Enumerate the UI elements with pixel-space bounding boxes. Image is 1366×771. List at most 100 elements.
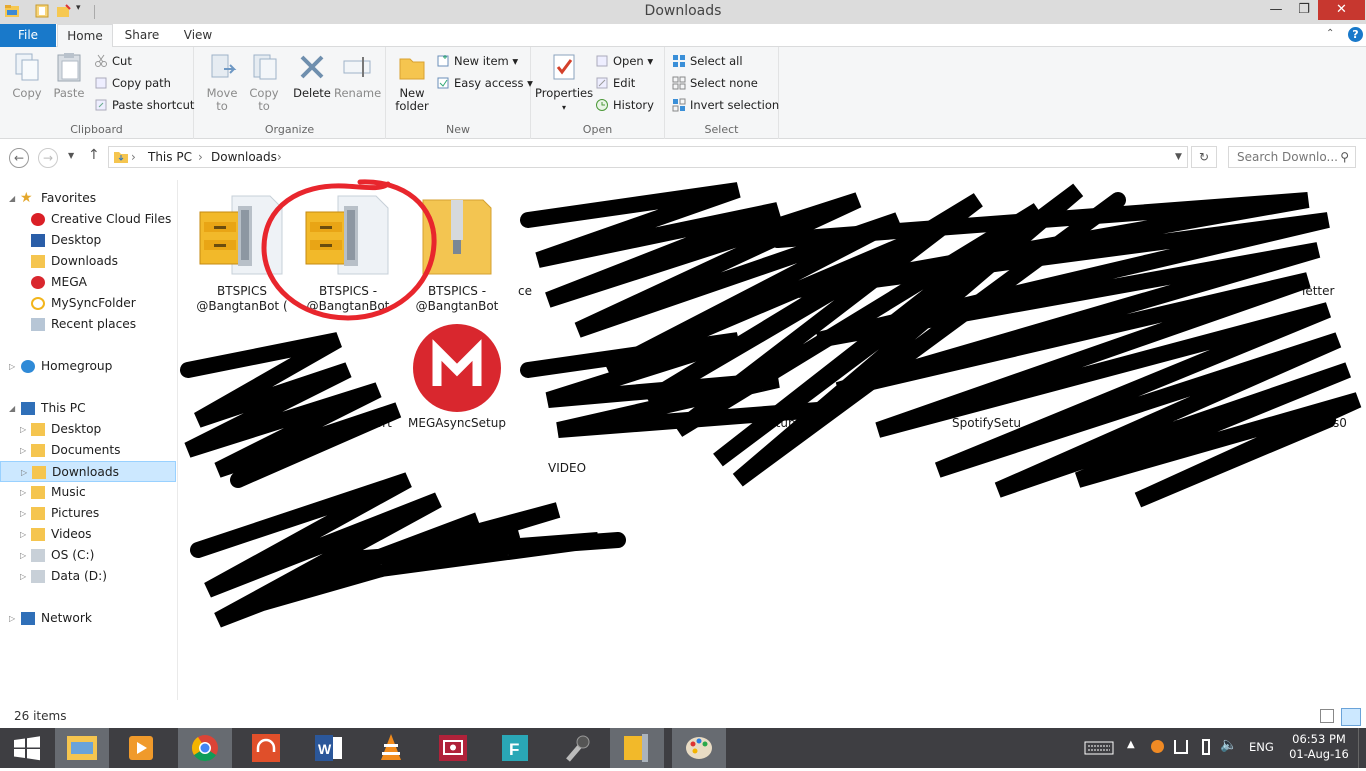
taskbar-microphone[interactable]: [550, 728, 604, 768]
select-group: Select all Select none Invert selection …: [665, 47, 779, 139]
close-button[interactable]: ✕: [1318, 0, 1365, 20]
invert-selection-button[interactable]: Invert selection: [672, 96, 779, 114]
expand-arrow-icon[interactable]: ▷: [20, 482, 26, 503]
large-icons-view-icon[interactable]: [1341, 708, 1361, 726]
show-hidden-icons-icon[interactable]: ▲: [1127, 739, 1135, 750]
nav-mysyncfolder[interactable]: MySyncFolder: [0, 293, 176, 314]
nav-creative-cloud[interactable]: Creative Cloud Files: [0, 209, 176, 230]
expand-arrow-icon[interactable]: ▷: [20, 503, 26, 524]
select-all-button[interactable]: Select all: [672, 52, 743, 70]
headphones-icon: [252, 734, 280, 762]
nav-pc-pictures[interactable]: ▷ Pictures: [0, 503, 176, 524]
copy-button[interactable]: Copy: [8, 51, 46, 100]
open-button[interactable]: Open ▾: [595, 52, 653, 70]
expand-arrow-icon[interactable]: ▷: [20, 524, 26, 545]
nav-pc-data-d-label: Data (D:): [51, 569, 107, 583]
tab-share[interactable]: Share: [118, 24, 166, 47]
select-none-button[interactable]: Select none: [672, 74, 758, 92]
expand-arrow-icon[interactable]: ▷: [21, 462, 27, 483]
nav-pc-documents[interactable]: ▷ Documents: [0, 440, 176, 461]
taskbar-chrome[interactable]: [178, 728, 232, 768]
history-button[interactable]: History: [595, 96, 654, 114]
address-dropdown-icon[interactable]: ▼: [1175, 152, 1182, 162]
keyboard-icon[interactable]: [1084, 741, 1114, 755]
taskbar-media-player[interactable]: [114, 728, 168, 768]
show-desktop-button[interactable]: [1358, 728, 1366, 768]
up-icon[interactable]: ↑: [88, 147, 100, 163]
expand-arrow-icon[interactable]: ▷: [20, 440, 26, 461]
nav-pc-videos[interactable]: ▷ Videos: [0, 524, 176, 545]
start-windows-icon[interactable]: [0, 728, 54, 768]
nav-pc-desktop[interactable]: ▷ Desktop: [0, 419, 176, 440]
edit-button[interactable]: Edit: [595, 74, 635, 92]
nav-fav-downloads-label: Downloads: [51, 254, 118, 268]
nav-pc-downloads[interactable]: ▷ Downloads: [0, 461, 176, 482]
tab-home[interactable]: Home: [57, 24, 113, 48]
nav-fav-desktop[interactable]: Desktop: [0, 230, 176, 251]
collapse-arrow-icon[interactable]: ◢: [9, 188, 15, 209]
new-folder-button[interactable]: New folder: [392, 51, 432, 113]
expand-arrow-icon[interactable]: ▷: [20, 566, 26, 587]
clock[interactable]: 06:53 PM 01-Aug-16: [1285, 732, 1353, 762]
open-label-group: Open: [582, 123, 613, 136]
nav-pc-music[interactable]: ▷ Music: [0, 482, 176, 503]
easy-access-button[interactable]: Easy access ▾: [436, 74, 533, 92]
address-box[interactable]: › This PC › Downloads › ▼: [108, 146, 1188, 168]
tab-file[interactable]: File: [0, 24, 56, 47]
nav-fav-downloads[interactable]: Downloads: [0, 251, 176, 272]
new-item-button[interactable]: New item ▾: [436, 52, 518, 70]
taskbar-f-app[interactable]: F: [488, 728, 542, 768]
breadcrumb-downloads[interactable]: Downloads: [211, 150, 277, 164]
language-indicator[interactable]: ENG: [1249, 740, 1274, 754]
nav-pc-data-d[interactable]: ▷ Data (D:): [0, 566, 176, 587]
collapse-ribbon-icon[interactable]: ⌃: [1326, 28, 1334, 39]
cut-button[interactable]: Cut: [94, 52, 132, 70]
expand-arrow-icon[interactable]: ▷: [20, 545, 26, 566]
expand-arrow-icon[interactable]: ▷: [20, 419, 26, 440]
refresh-button[interactable]: ↻: [1191, 146, 1217, 168]
battery-icon[interactable]: [1202, 739, 1210, 755]
nav-favorites[interactable]: ◢ ★ Favorites: [0, 188, 176, 209]
taskbar-music[interactable]: [240, 728, 294, 768]
copy-icon: [15, 53, 39, 81]
properties-button[interactable]: Properties ▾: [535, 51, 593, 114]
back-button[interactable]: ←: [9, 148, 29, 168]
network-icon[interactable]: [1174, 740, 1188, 754]
minimize-button[interactable]: —: [1262, 0, 1290, 20]
details-view-icon[interactable]: [1320, 709, 1334, 723]
volume-icon[interactable]: 🔈: [1220, 737, 1237, 753]
breadcrumb-this-pc[interactable]: This PC: [148, 150, 192, 164]
move-to-button[interactable]: Move to: [202, 51, 242, 113]
nav-pc-os-c[interactable]: ▷ OS (C:): [0, 545, 176, 566]
taskbar-explorer[interactable]: [55, 728, 109, 768]
tab-view[interactable]: View: [174, 24, 222, 47]
copy-path-button[interactable]: Copy path: [94, 74, 171, 92]
delete-button[interactable]: Delete: [292, 51, 332, 100]
paste-shortcut-button[interactable]: Paste shortcut: [94, 96, 194, 114]
recent-locations-icon[interactable]: ▼: [68, 151, 74, 160]
taskbar-word[interactable]: W: [302, 728, 356, 768]
nav-recent-places[interactable]: Recent places: [0, 314, 176, 335]
maximize-button[interactable]: ❐: [1290, 0, 1318, 20]
forward-button[interactable]: →: [38, 148, 58, 168]
paste-shortcut-label: Paste shortcut: [112, 98, 195, 112]
taskbar-winzip[interactable]: [610, 728, 664, 768]
nav-mega[interactable]: MEGA: [0, 272, 176, 293]
nav-this-pc[interactable]: ◢ This PC: [0, 398, 176, 419]
taskbar-vlc[interactable]: [364, 728, 418, 768]
search-input[interactable]: Search Downlo... ⚲: [1228, 146, 1356, 168]
nav-mega-label: MEGA: [51, 275, 87, 289]
collapse-arrow-icon[interactable]: ◢: [9, 398, 15, 419]
rename-button[interactable]: Rename: [334, 51, 381, 100]
help-icon[interactable]: ?: [1348, 27, 1363, 42]
paste-button[interactable]: Paste: [50, 51, 88, 100]
nav-pc-pictures-label: Pictures: [51, 506, 100, 520]
taskbar-screen-recorder[interactable]: [426, 728, 480, 768]
expand-arrow-icon[interactable]: ▷: [9, 608, 15, 629]
tray-app-icon[interactable]: [1151, 740, 1164, 753]
nav-network[interactable]: ▷ Network: [0, 608, 176, 629]
taskbar-paint[interactable]: [672, 728, 726, 768]
nav-homegroup[interactable]: ▷ Homegroup: [0, 356, 176, 377]
expand-arrow-icon[interactable]: ▷: [9, 356, 15, 377]
copy-to-button[interactable]: Copy to: [244, 51, 284, 113]
